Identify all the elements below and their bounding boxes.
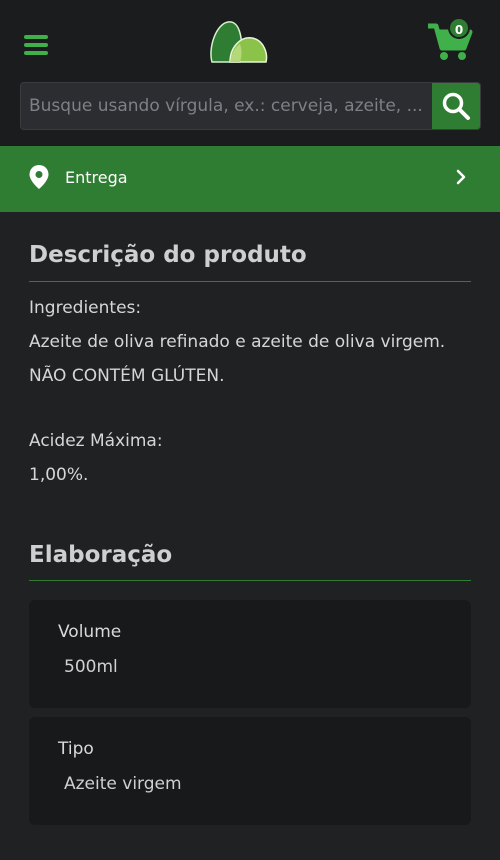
spec-card-type: Tipo Azeite virgem xyxy=(29,717,471,825)
spec-value: Azeite virgem xyxy=(64,774,182,794)
spec-value: 500ml xyxy=(64,657,118,677)
search-bar xyxy=(20,82,481,130)
cart-count-badge: 0 xyxy=(448,17,470,39)
delivery-label: Entrega xyxy=(65,168,128,187)
search-button[interactable] xyxy=(432,83,480,129)
spec-label: Volume xyxy=(58,622,122,642)
hamburger-menu-icon[interactable] xyxy=(24,35,48,55)
elaboration-title: Elaboração xyxy=(29,542,173,568)
chevron-right-icon xyxy=(456,169,466,185)
acidity-label: Acidez Máxima: xyxy=(29,431,163,451)
spec-label: Tipo xyxy=(58,739,94,759)
ingredients-label: Ingredientes: xyxy=(29,298,142,318)
ingredients-text: Azeite de oliva refinado e azeite de oli… xyxy=(29,332,446,352)
search-input[interactable] xyxy=(21,83,432,129)
delivery-selector[interactable]: Entrega xyxy=(0,146,500,212)
description-divider xyxy=(29,281,471,282)
elaboration-divider xyxy=(29,580,471,581)
gluten-notice: NÃO CONTÉM GLÚTEN. xyxy=(29,366,225,386)
location-pin-icon xyxy=(29,165,49,189)
description-title: Descrição do produto xyxy=(29,242,307,268)
top-header: 0 xyxy=(0,0,500,146)
search-icon xyxy=(442,92,470,120)
acidity-value: 1,00%. xyxy=(29,465,89,485)
spec-card-volume: Volume 500ml xyxy=(29,600,471,708)
leaf-logo-icon[interactable] xyxy=(206,18,270,66)
